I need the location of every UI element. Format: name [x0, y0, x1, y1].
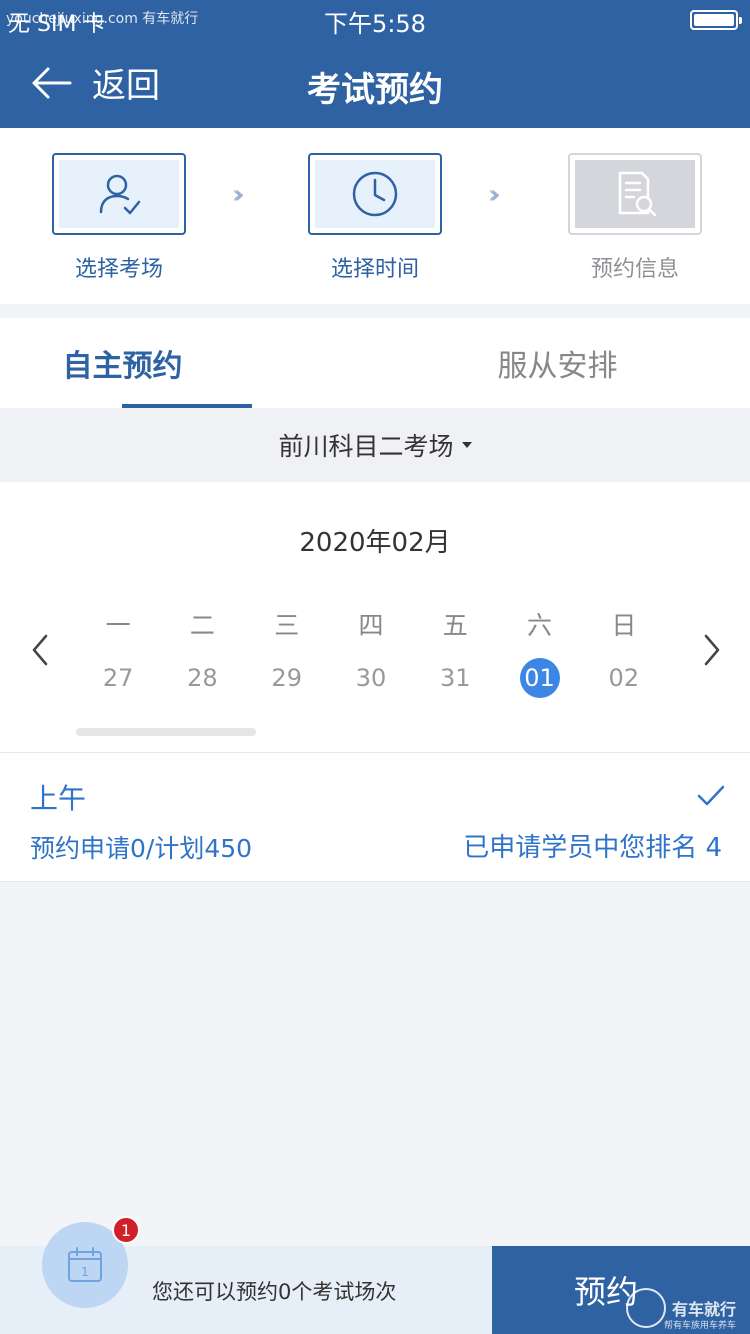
- booking-mode-tabs: 自主预约 服从安排: [0, 318, 750, 408]
- tab-label: 服从安排: [497, 349, 618, 384]
- weekday-label: 四: [358, 611, 384, 640]
- back-button[interactable]: 返回: [30, 58, 160, 107]
- weekday-label: 三: [274, 611, 300, 640]
- slot-period: 上午: [30, 782, 87, 815]
- date-picker: 2020年02月 一 二 三 四 五 六 日 27 28 29 30 31 01…: [0, 482, 750, 752]
- date-cell[interactable]: 27: [76, 658, 160, 698]
- status-time: 下午5:58: [324, 10, 426, 38]
- venue-name: 前川科目二考场: [278, 432, 454, 461]
- date-cell[interactable]: 30: [329, 658, 413, 698]
- calendar-icon: 1: [68, 1247, 102, 1282]
- user-check-icon: [99, 174, 141, 215]
- svg-text:1: 1: [81, 1265, 89, 1279]
- tab-follow-arrangement[interactable]: 服从安排: [375, 318, 750, 408]
- checkmark-icon: [697, 785, 725, 806]
- arrow-left-icon: [32, 67, 72, 98]
- calendar-month: 2020年02月: [299, 528, 451, 558]
- date-cell[interactable]: 29: [245, 658, 329, 698]
- step-progress: 选择考场 ›› 选择时间 ›› 预约信息: [0, 128, 750, 304]
- brand-slogan: 帮有车族用车养车: [663, 1321, 736, 1331]
- step-label: 选择时间: [330, 257, 419, 282]
- caret-down-icon: [461, 442, 472, 448]
- weekday-label: 日: [611, 611, 637, 640]
- top-bar: 无 SIM 卡 youchejiuxing.com 有车就行 下午5:58 返回…: [0, 0, 750, 128]
- clock-icon: [352, 171, 398, 217]
- brand-logo-icon: [625, 1288, 666, 1328]
- brand-name: 有车就行: [671, 1300, 736, 1319]
- tab-self-booking[interactable]: 自主预约: [0, 318, 375, 408]
- step-select-time: 选择时间: [308, 153, 442, 283]
- venue-dropdown[interactable]: 前川科目二考场: [0, 408, 750, 482]
- chevron-left-icon[interactable]: [22, 630, 62, 670]
- weekday-label: 六: [527, 611, 553, 640]
- date-cell[interactable]: 28: [160, 658, 244, 698]
- chevron-double-right-icon: ››: [232, 180, 244, 210]
- remaining-bookings-text: 您还可以预约0个考试场次: [152, 1280, 397, 1304]
- step-select-venue: 选择考场: [52, 153, 186, 283]
- weekday-label: 五: [442, 611, 468, 640]
- horizontal-scrollbar[interactable]: [76, 728, 256, 736]
- weekday-row: 一 二 三 四 五 六 日: [76, 606, 666, 642]
- slot-quota: 预约申请0/计划450: [30, 834, 253, 863]
- step-label: 选择考场: [74, 257, 163, 282]
- back-label: 返回: [92, 66, 160, 106]
- chevron-right-icon[interactable]: [690, 630, 730, 670]
- notification-badge: 1: [112, 1216, 140, 1244]
- date-cell[interactable]: 02: [582, 658, 666, 698]
- step-booking-info: 预约信息: [568, 153, 702, 283]
- slot-rank: 已申请学员中您排名 4: [463, 833, 722, 863]
- step-label: 预约信息: [590, 257, 679, 282]
- weekday-label: 二: [189, 611, 215, 640]
- date-row: 27 28 29 30 31 01 02: [76, 658, 666, 698]
- date-cell[interactable]: 31: [413, 658, 497, 698]
- date-cell[interactable]: 01: [497, 658, 581, 698]
- status-bar: 无 SIM 卡 youchejiuxing.com 有车就行 下午5:58: [0, 0, 750, 40]
- chevron-double-right-icon: ››: [488, 180, 500, 210]
- document-search-icon: [618, 171, 657, 217]
- weekday-label: 一: [105, 611, 131, 640]
- time-slot-morning[interactable]: 上午 预约申请0/计划450 已申请学员中您排名 4: [0, 752, 750, 882]
- tab-label: 自主预约: [62, 349, 183, 384]
- battery-icon: [690, 10, 742, 30]
